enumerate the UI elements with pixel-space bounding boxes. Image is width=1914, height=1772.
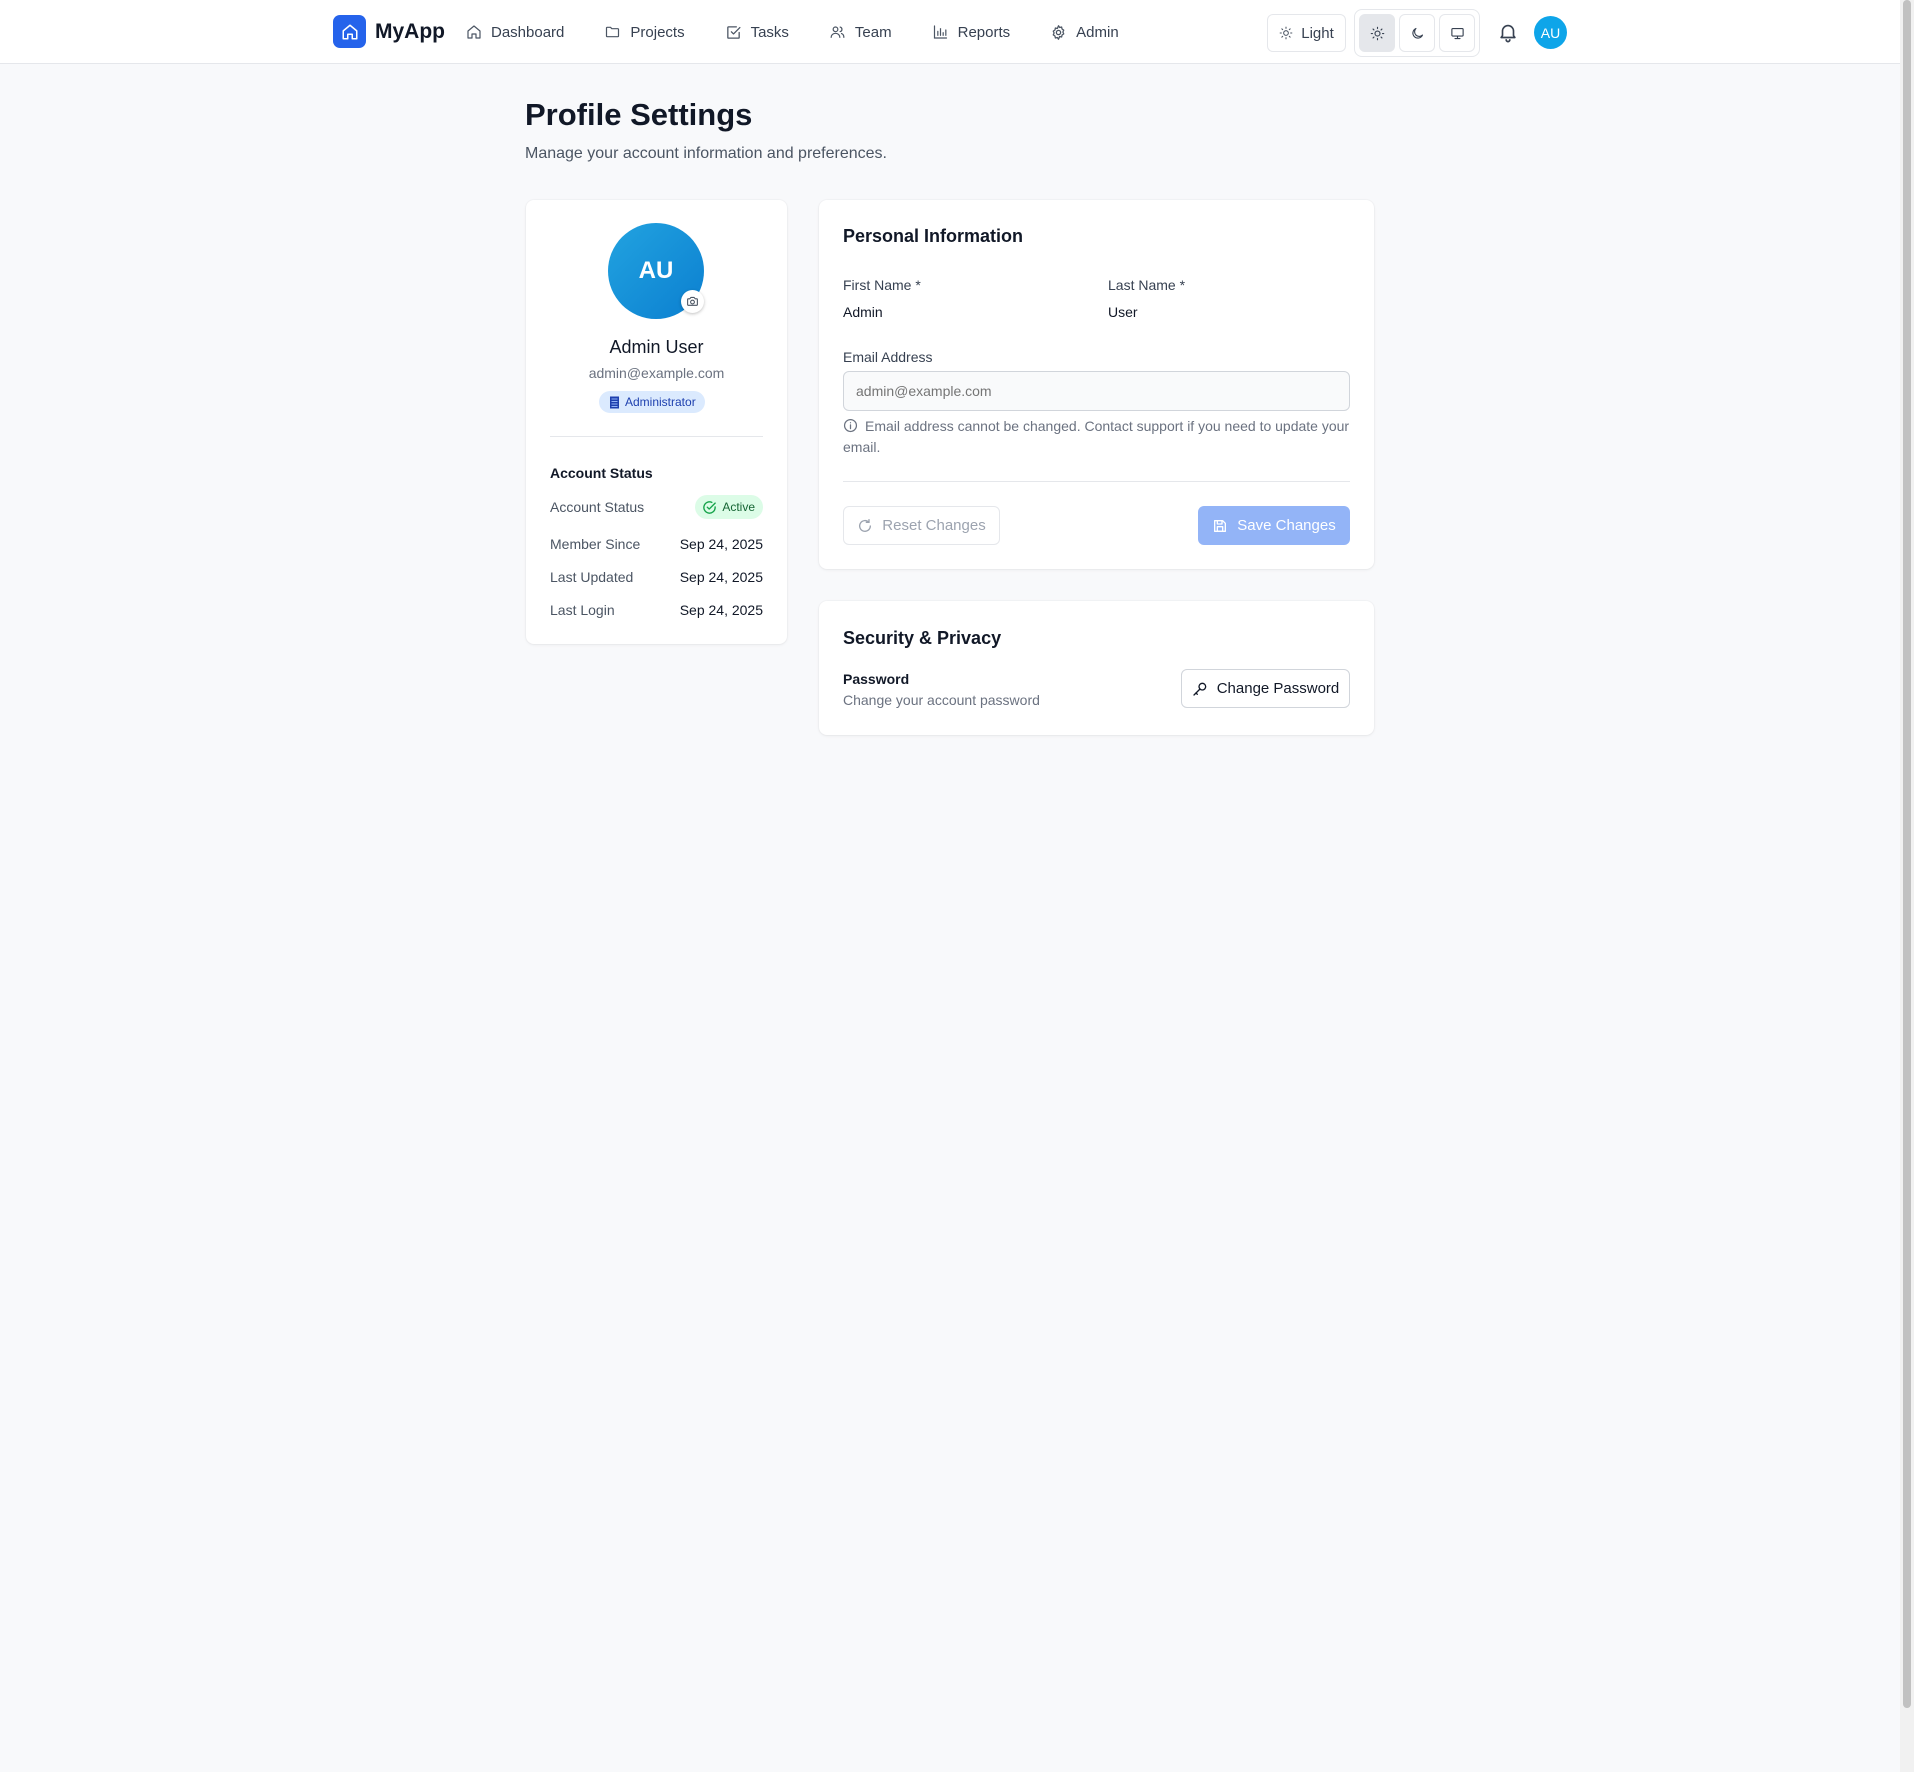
status-text: Active bbox=[722, 500, 755, 514]
personal-info-card: Personal Information First Name * Admin … bbox=[819, 200, 1374, 569]
nav-item-admin[interactable]: Admin bbox=[1050, 24, 1119, 41]
save-icon bbox=[1212, 518, 1228, 534]
refresh-icon bbox=[857, 518, 873, 534]
help-text: Email address cannot be changed. Contact… bbox=[843, 418, 1350, 455]
brand[interactable]: MyApp bbox=[333, 15, 445, 48]
role-badge: Administrator bbox=[599, 391, 705, 413]
nav-item-projects[interactable]: Projects bbox=[604, 23, 685, 41]
sun-icon bbox=[1279, 26, 1293, 40]
account-status-row: Account Status Active bbox=[550, 495, 763, 519]
row-label: Last Updated bbox=[550, 569, 634, 585]
security-card: Security & Privacy Password Change your … bbox=[819, 601, 1374, 735]
nav-label: Admin bbox=[1076, 23, 1119, 41]
row-value: Sep 24, 2025 bbox=[679, 536, 763, 552]
row-label: Account Status bbox=[550, 499, 645, 515]
profile-card: AU Admin User admin@example.com Administ… bbox=[526, 200, 787, 644]
button-label: Reset Changes bbox=[882, 517, 986, 534]
last-name-field[interactable]: User bbox=[1108, 304, 1138, 320]
nav-label: Tasks bbox=[750, 23, 789, 41]
last-name-label: Last Name * bbox=[1108, 277, 1186, 293]
check-square-icon bbox=[725, 24, 742, 41]
member-since-row: Member Since Sep 24, 2025 bbox=[550, 536, 763, 552]
divider bbox=[843, 481, 1350, 482]
email-label: Email Address bbox=[843, 349, 933, 365]
email-field[interactable] bbox=[843, 371, 1350, 411]
monitor-icon bbox=[1450, 26, 1465, 41]
first-name-field[interactable]: Admin bbox=[843, 304, 883, 320]
gear-icon bbox=[1050, 24, 1067, 41]
status-badge: Active bbox=[695, 495, 763, 519]
row-value: Sep 24, 2025 bbox=[679, 569, 763, 585]
moon-icon bbox=[1410, 26, 1425, 41]
reset-changes-button[interactable]: Reset Changes bbox=[843, 506, 1000, 545]
section-title: Personal Information bbox=[843, 226, 1024, 246]
account-status-heading: Account Status bbox=[550, 465, 653, 481]
password-description: Change your account password bbox=[843, 692, 1040, 708]
app-name: MyApp bbox=[375, 19, 445, 43]
nav-label: Team bbox=[854, 23, 892, 41]
theme-option-system[interactable] bbox=[1439, 14, 1475, 52]
scrollbar-thumb[interactable] bbox=[1903, 0, 1911, 1708]
bar-chart-icon bbox=[932, 24, 949, 40]
info-icon bbox=[843, 418, 858, 433]
theme-option-dark[interactable] bbox=[1399, 14, 1435, 52]
section-title: Security & Privacy bbox=[843, 628, 1002, 648]
change-password-button[interactable]: Change Password bbox=[1181, 669, 1350, 708]
page-title: Profile Settings bbox=[525, 97, 753, 132]
home-icon bbox=[466, 24, 482, 40]
camera-icon bbox=[686, 295, 699, 308]
nav-label: Projects bbox=[630, 23, 685, 41]
nav-item-reports[interactable]: Reports bbox=[932, 23, 1011, 41]
role-label: Administrator bbox=[625, 395, 696, 409]
profile-email: admin@example.com bbox=[588, 365, 725, 381]
nav-label: Dashboard bbox=[491, 23, 565, 41]
first-name-label: First Name * bbox=[843, 277, 921, 293]
theme-option-light[interactable] bbox=[1359, 14, 1395, 52]
sun-icon bbox=[1370, 26, 1385, 41]
row-label: Member Since bbox=[550, 536, 641, 552]
last-login-row: Last Login Sep 24, 2025 bbox=[550, 602, 763, 618]
check-circle-icon bbox=[702, 500, 717, 515]
button-label: Save Changes bbox=[1237, 517, 1336, 534]
user-avatar[interactable]: AU bbox=[1534, 16, 1567, 49]
nav-item-dashboard[interactable]: Dashboard bbox=[466, 24, 564, 41]
profile-name: Admin User bbox=[609, 337, 704, 357]
bell-icon[interactable] bbox=[1497, 21, 1519, 43]
nav-item-tasks[interactable]: Tasks bbox=[725, 24, 789, 41]
nav-label: Reports bbox=[957, 23, 1011, 41]
theme-switcher bbox=[1354, 9, 1480, 57]
row-label: Last Login bbox=[550, 602, 615, 618]
last-updated-row: Last Updated Sep 24, 2025 bbox=[550, 569, 763, 585]
top-navbar: MyApp Dashboard Projects Tasks Team Repo… bbox=[0, 0, 1900, 64]
divider bbox=[550, 436, 763, 437]
save-changes-button[interactable]: Save Changes bbox=[1198, 506, 1350, 545]
page-subtitle: Manage your account information and pref… bbox=[525, 145, 887, 162]
folder-icon bbox=[604, 24, 621, 40]
key-icon bbox=[1192, 681, 1208, 697]
home-icon bbox=[333, 15, 366, 48]
email-help-text: Email address cannot be changed. Contact… bbox=[843, 416, 1350, 458]
password-label: Password bbox=[843, 671, 910, 687]
page-scrollbar[interactable] bbox=[1900, 0, 1914, 1772]
nav-item-team[interactable]: Team bbox=[829, 24, 892, 41]
main-nav: Dashboard Projects Tasks Team Reports Ad… bbox=[466, 0, 1159, 64]
button-label: Change Password bbox=[1216, 680, 1340, 697]
theme-label: Light bbox=[1301, 24, 1334, 42]
change-photo-button[interactable] bbox=[681, 290, 704, 313]
shield-icon bbox=[609, 396, 620, 409]
theme-toggle-button[interactable]: Light bbox=[1267, 14, 1346, 52]
users-icon bbox=[829, 24, 846, 40]
row-value: Sep 24, 2025 bbox=[679, 602, 763, 618]
